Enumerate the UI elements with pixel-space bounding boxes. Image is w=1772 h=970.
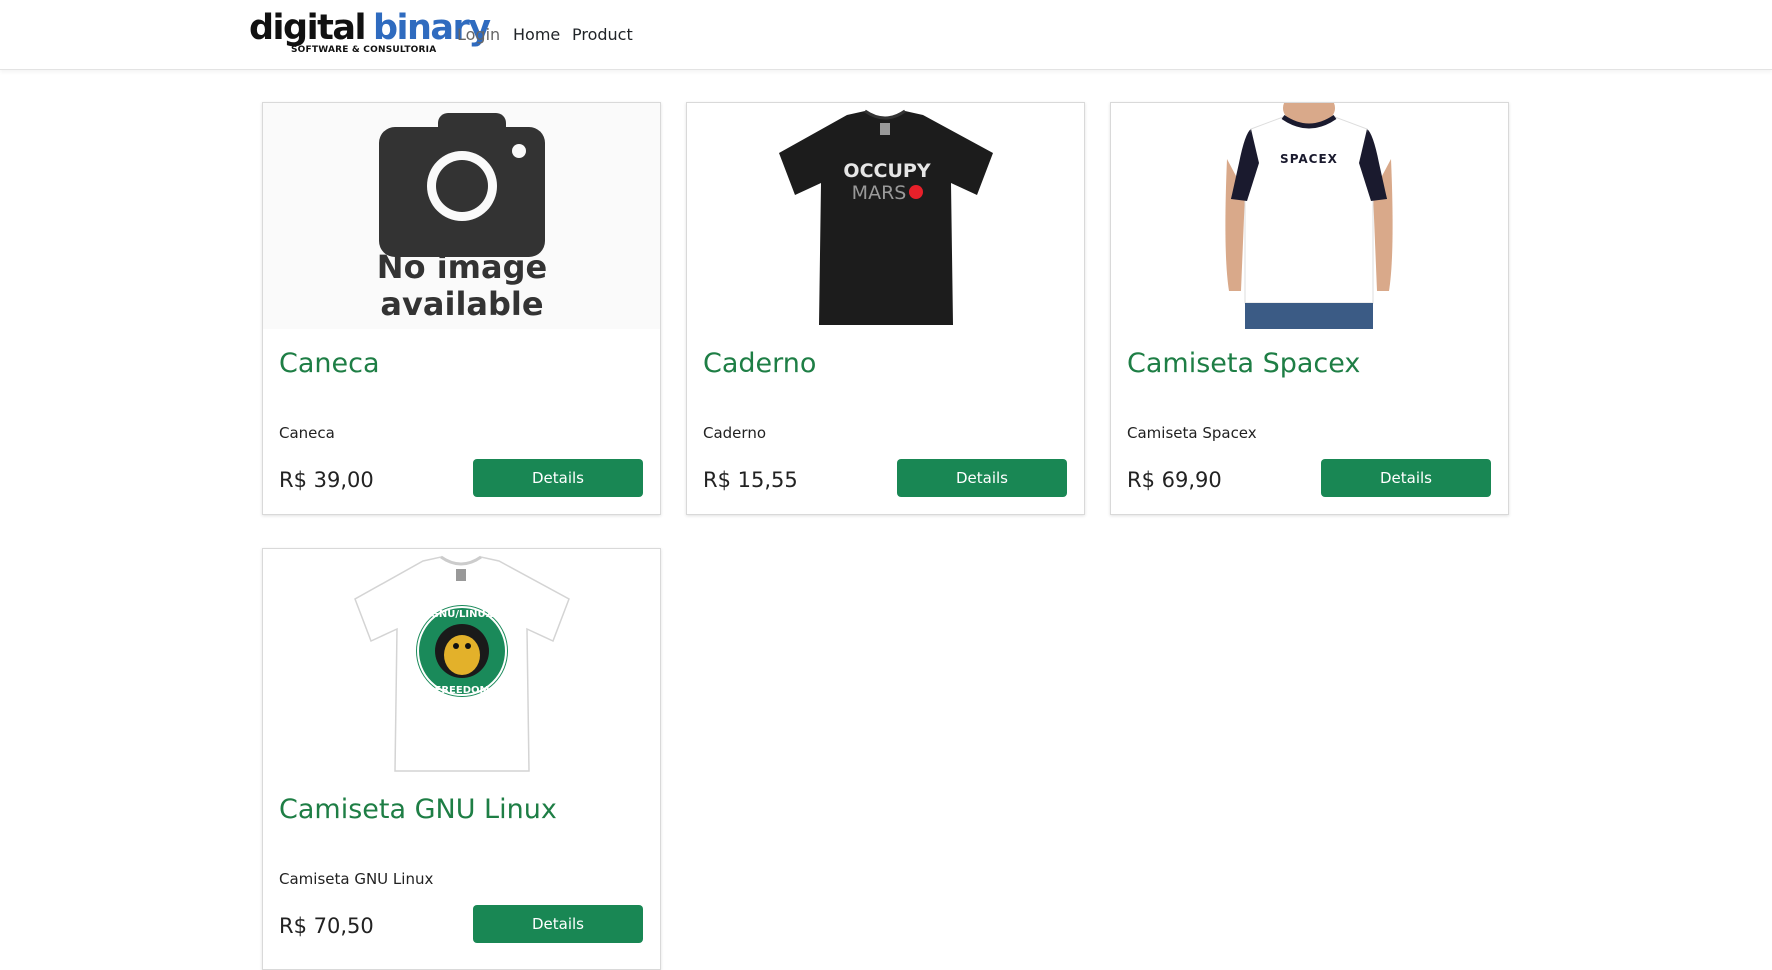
white-tshirt-gnu-linux-icon: GNU/LINUX FREEDOM (354, 555, 570, 772)
details-button[interactable]: Details (473, 905, 643, 943)
product-description: Camiseta GNU Linux (279, 870, 434, 888)
svg-text:available: available (380, 285, 543, 323)
svg-text:OCCUPY: OCCUPY (843, 160, 930, 182)
product-price: R$ 70,50 (279, 914, 374, 938)
product-image: SPACEX (1111, 103, 1508, 329)
product-card: GNU/LINUX FREEDOM Camiseta GNU Linux Cam… (262, 548, 661, 970)
product-card: No image available Caneca Caneca R$ 39,0… (262, 102, 661, 515)
man-in-tshirt-icon: SPACEX (1225, 103, 1393, 329)
brand-logo[interactable]: digital binary SOFTWARE & CONSULTORIA (249, 8, 491, 58)
product-title: Caneca (279, 348, 380, 379)
product-description: Caderno (703, 424, 767, 442)
brand-name-part1: digital (249, 8, 366, 48)
no-image-placeholder-icon: No image available (263, 103, 660, 329)
product-image: OCCUPY MARS (687, 103, 1084, 329)
product-image: GNU/LINUX FREEDOM (263, 549, 660, 775)
svg-text:SPACEX: SPACEX (1280, 152, 1338, 166)
product-image: No image available (263, 103, 660, 329)
nav-login-link[interactable]: Login (457, 25, 500, 45)
brand-tagline: SOFTWARE & CONSULTORIA (291, 45, 437, 55)
svg-text:No image: No image (377, 248, 547, 286)
details-button[interactable]: Details (897, 459, 1067, 497)
nav-home-link[interactable]: Home (513, 25, 560, 45)
product-price: R$ 69,90 (1127, 468, 1222, 492)
product-price: R$ 15,55 (703, 468, 798, 492)
details-button[interactable]: Details (473, 459, 643, 497)
navbar: digital binary SOFTWARE & CONSULTORIA Log… (0, 0, 1772, 70)
product-card: OCCUPY MARS Caderno Caderno R$ 15,55 Det… (686, 102, 1085, 515)
brand-wordmark: digital binary (249, 8, 491, 48)
product-title: Camiseta GNU Linux (279, 794, 557, 825)
svg-text:FREEDOM: FREEDOM (435, 685, 490, 696)
product-title: Caderno (703, 348, 817, 379)
product-description: Camiseta Spacex (1127, 424, 1257, 442)
product-card: SPACEX Camiseta Spacex Camiseta Spacex R… (1110, 102, 1509, 515)
svg-text:GNU/LINUX: GNU/LINUX (431, 609, 494, 620)
product-description: Caneca (279, 424, 335, 442)
details-button[interactable]: Details (1321, 459, 1491, 497)
svg-text:MARS: MARS (852, 182, 907, 204)
product-price: R$ 39,00 (279, 468, 374, 492)
black-tshirt-icon: OCCUPY MARS (779, 109, 993, 325)
nav-product-link[interactable]: Product (572, 25, 633, 45)
product-title: Camiseta Spacex (1127, 348, 1361, 379)
